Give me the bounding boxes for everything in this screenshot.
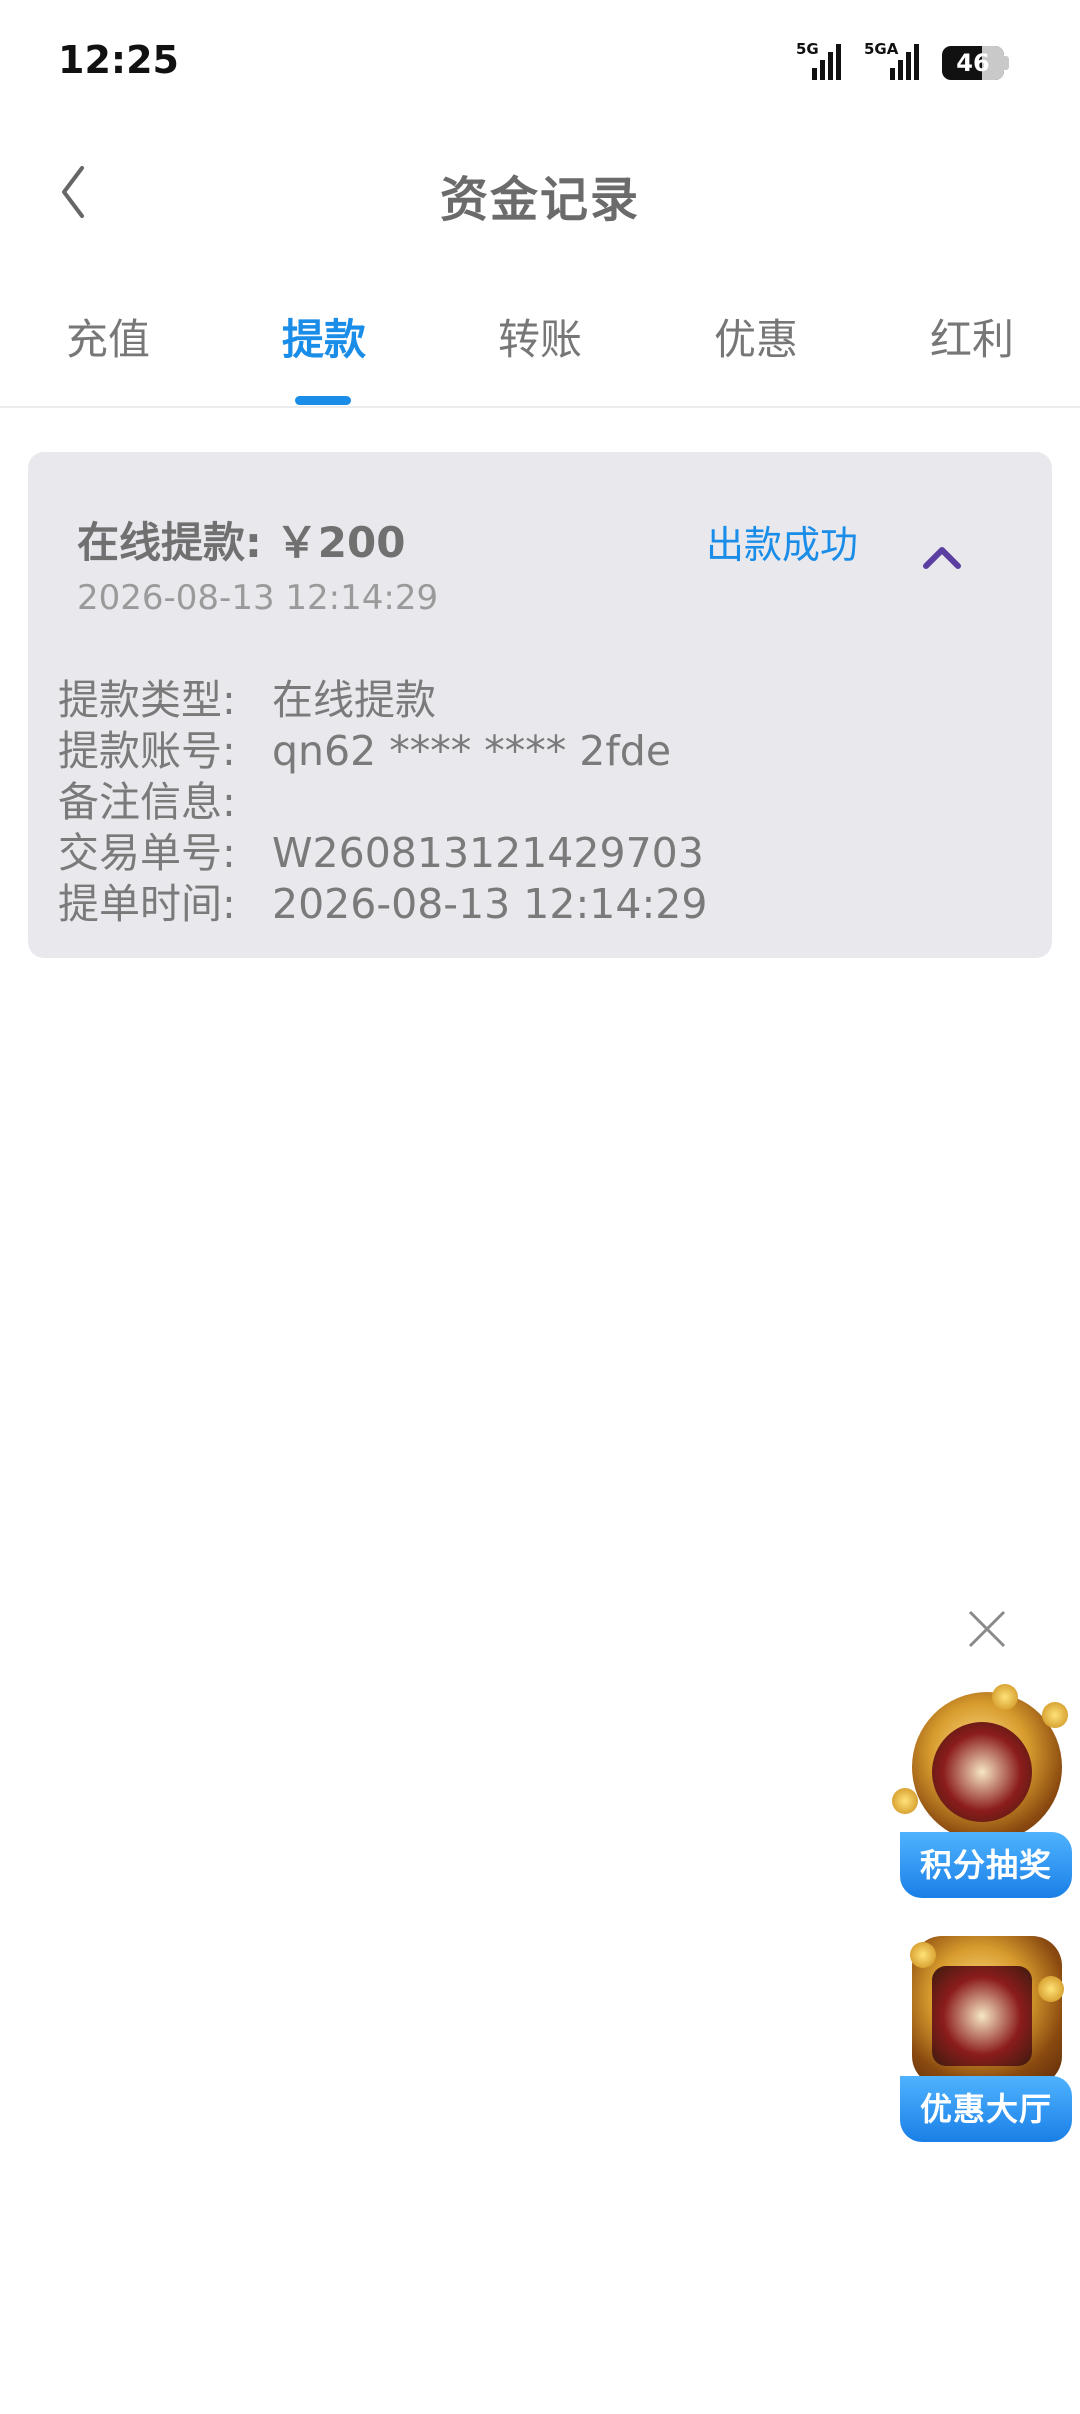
status-badge: 出款成功	[706, 523, 859, 567]
active-tab-indicator	[295, 396, 351, 405]
close-icon[interactable]	[964, 1606, 1010, 1652]
record-amount: ￥200	[275, 518, 406, 567]
detail-row-remark: 备注信息:	[58, 778, 236, 826]
tab-bar: 充值 提款 转账 优惠 红利	[0, 290, 1080, 408]
points-lottery-button[interactable]: 积分抽奖	[892, 1684, 1074, 1902]
tab-recharge[interactable]: 充值	[0, 306, 216, 367]
record-date: 2026-08-13 12:14:29	[77, 578, 439, 618]
promo-hall-label: 优惠大厅	[900, 2076, 1072, 2142]
signal-5ga-icon: 5GA	[864, 40, 928, 82]
tab-bonus[interactable]: 红利	[864, 306, 1080, 367]
clock: 12:25	[58, 38, 179, 82]
detail-row-order-no: 交易单号: W260813121429703	[58, 829, 704, 877]
page-title: 资金记录	[439, 172, 640, 228]
record-details: 提款类型: 在线提款 提款账号: qn62 **** **** 2fde 备注信息:…	[58, 666, 708, 928]
chevron-up-icon[interactable]	[920, 542, 964, 572]
withdrawal-record-card[interactable]: 在线提款: ￥200 出款成功 2026-08-13 12:14:29 提款类型:…	[28, 452, 1052, 958]
detail-row-type: 提款类型: 在线提款	[58, 676, 436, 724]
detail-row-submit-time: 提单时间: 2026-08-13 12:14:29	[58, 880, 708, 928]
tab-transfer[interactable]: 转账	[432, 306, 648, 367]
detail-row-account: 提款账号: qn62 **** **** 2fde	[58, 727, 672, 775]
battery-icon: 46	[942, 46, 1004, 80]
tab-withdraw[interactable]: 提款	[216, 306, 432, 367]
points-lottery-label: 积分抽奖	[900, 1832, 1072, 1898]
record-title: 在线提款: ￥200	[77, 518, 406, 567]
tab-promotion[interactable]: 优惠	[648, 306, 864, 367]
signal-5g-icon: 5G	[796, 40, 846, 82]
promo-hall-button[interactable]: 优惠大厅	[892, 1936, 1074, 2146]
status-bar: 12:25 5G 5GA 46	[0, 0, 1080, 120]
app-header: 资金记录	[0, 140, 1080, 250]
